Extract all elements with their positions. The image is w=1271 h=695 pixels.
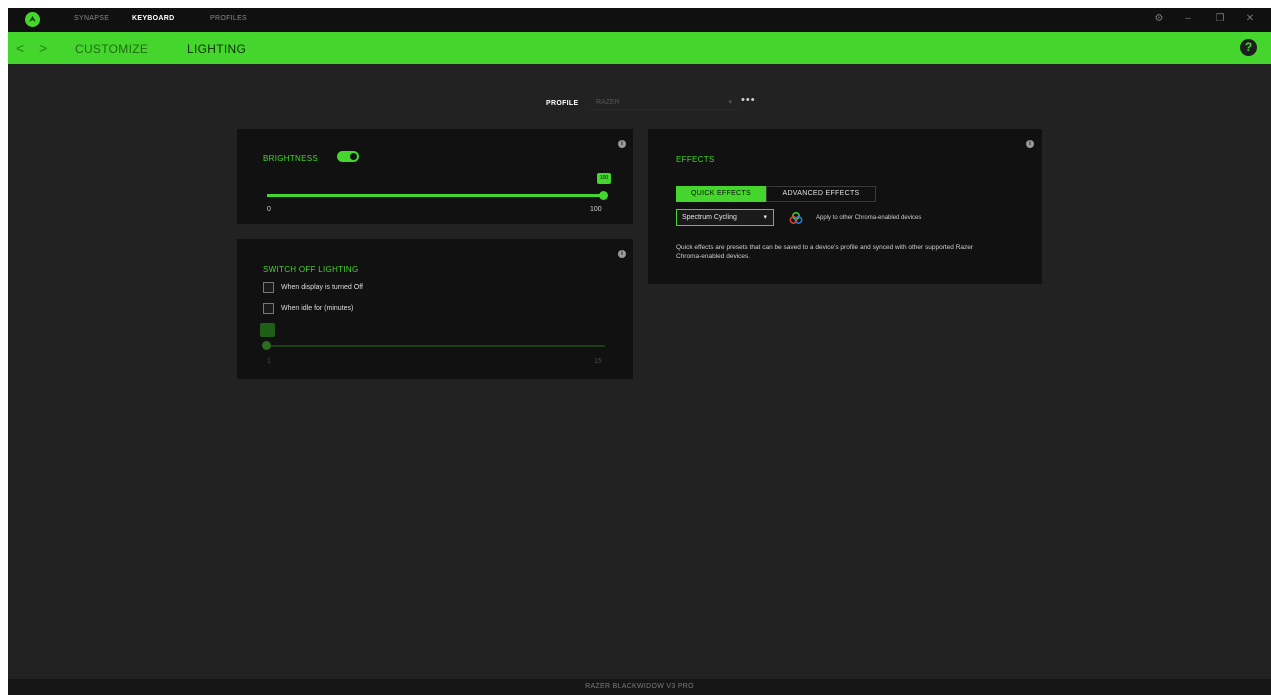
forward-arrow-icon[interactable]: > <box>39 40 47 56</box>
effects-description: Quick effects are presets that can be sa… <box>676 244 974 260</box>
brightness-min-label: 0 <box>267 206 271 213</box>
effects-title: EFFECTS <box>676 155 715 164</box>
display-off-label: When display is turned Off <box>281 284 363 291</box>
header-bar: < > CUSTOMIZE LIGHTING ? <box>8 32 1271 64</box>
brightness-title: BRIGHTNESS <box>263 154 319 163</box>
effect-value: Spectrum Cycling <box>682 214 737 221</box>
switch-off-panel: i SWITCH OFF LIGHTING When display is tu… <box>237 239 633 379</box>
profile-dropdown[interactable]: RAZER ▾ <box>590 96 738 110</box>
razer-logo-icon[interactable] <box>25 12 40 27</box>
more-options-icon[interactable]: ••• <box>741 94 756 106</box>
nav-profiles[interactable]: PROFILES <box>210 15 247 22</box>
idle-slider-track[interactable] <box>267 345 605 347</box>
brightness-slider-fill <box>267 194 605 197</box>
tab-quick-effects[interactable]: QUICK EFFECTS <box>676 186 766 202</box>
back-arrow-icon[interactable]: < <box>16 40 24 56</box>
device-name: RAZER BLACKWIDOW V3 PRO <box>585 683 694 690</box>
info-icon[interactable]: i <box>618 140 626 148</box>
profile-value: RAZER <box>596 99 620 106</box>
chevron-down-icon: ▾ <box>728 99 732 106</box>
apply-to-devices-text[interactable]: Apply to other Chroma-enabled devices <box>816 215 921 221</box>
idle-min-label: 1 <box>267 358 271 365</box>
idle-value-badge: 1 <box>260 323 275 337</box>
info-icon[interactable]: i <box>618 250 626 258</box>
nav-synapse[interactable]: SYNAPSE <box>74 15 109 22</box>
title-bar: SYNAPSE KEYBOARD PROFILES ⚙ – ❐ ✕ <box>8 8 1271 32</box>
brightness-panel: i BRIGHTNESS 100 0 100 <box>237 129 633 224</box>
tab-customize[interactable]: CUSTOMIZE <box>75 42 148 56</box>
profile-label: PROFILE <box>546 100 579 107</box>
idle-max-label: 15 <box>594 358 602 365</box>
idle-checkbox[interactable] <box>263 303 274 314</box>
toggle-knob <box>350 153 357 160</box>
brightness-toggle[interactable] <box>337 151 359 162</box>
tab-advanced-effects[interactable]: ADVANCED EFFECTS <box>766 186 876 202</box>
app-window: SYNAPSE KEYBOARD PROFILES ⚙ – ❐ ✕ < > CU… <box>8 8 1271 695</box>
info-icon[interactable]: i <box>1026 140 1034 148</box>
restore-icon[interactable]: ❐ <box>1214 13 1226 25</box>
status-bar: RAZER BLACKWIDOW V3 PRO <box>8 679 1271 695</box>
minimize-icon[interactable]: – <box>1182 13 1194 25</box>
close-icon[interactable]: ✕ <box>1244 13 1256 25</box>
brightness-max-label: 100 <box>590 206 602 213</box>
switch-off-title: SWITCH OFF LIGHTING <box>263 265 359 274</box>
brightness-slider-thumb[interactable] <box>599 191 608 200</box>
idle-slider-thumb[interactable] <box>262 341 271 350</box>
help-icon[interactable]: ? <box>1240 39 1257 56</box>
brightness-slider-track[interactable] <box>267 194 605 197</box>
idle-label: When idle for (minutes) <box>281 305 354 312</box>
chroma-icon[interactable] <box>788 210 804 226</box>
brightness-value-badge: 100 <box>597 173 611 184</box>
effects-panel: i EFFECTS QUICK EFFECTS ADVANCED EFFECTS… <box>648 129 1042 284</box>
tab-lighting[interactable]: LIGHTING <box>187 42 246 56</box>
display-off-checkbox[interactable] <box>263 282 274 293</box>
gear-icon[interactable]: ⚙ <box>1153 13 1165 25</box>
effect-dropdown[interactable]: Spectrum Cycling ▾ <box>676 209 774 226</box>
nav-keyboard[interactable]: KEYBOARD <box>132 15 174 22</box>
chevron-down-icon: ▾ <box>763 214 767 221</box>
